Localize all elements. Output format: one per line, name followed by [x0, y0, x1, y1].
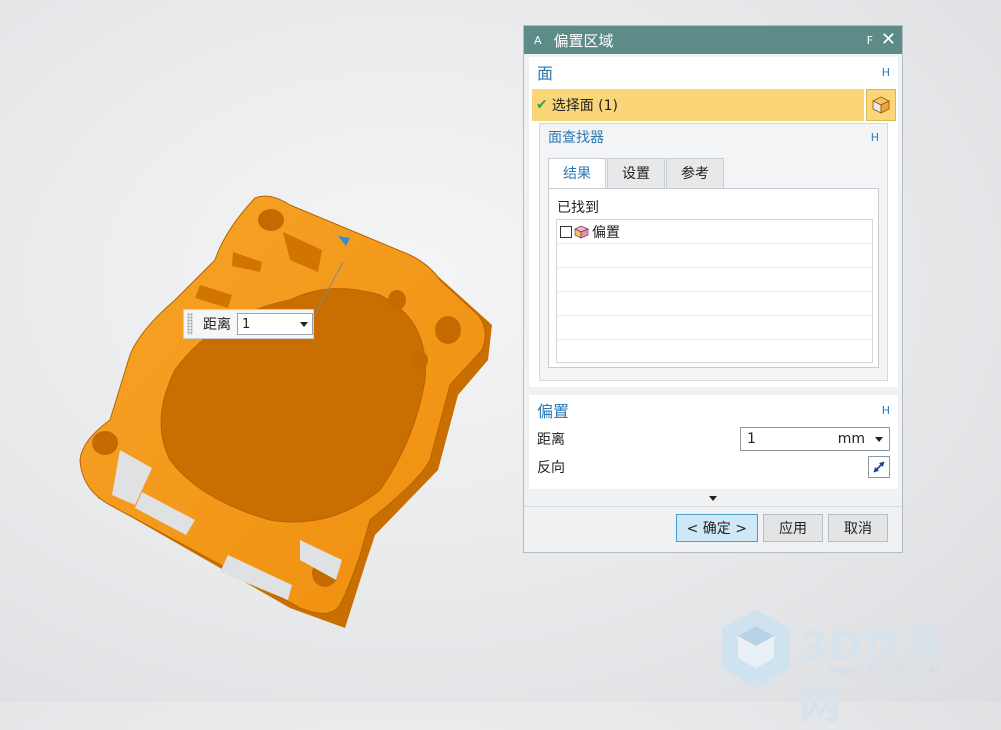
distance-label: 距离 — [537, 432, 565, 448]
face-selector-button[interactable] — [866, 89, 896, 121]
mount-hole — [435, 316, 461, 344]
found-faces-list[interactable]: 偏置 — [556, 219, 873, 363]
floating-distance-combo[interactable]: 1 — [237, 313, 313, 335]
offset-region-dialog: A 偏置区域 F ✕ 面 H ✔ 选择面 (1) 面查找器 H 结果 设置 参考… — [523, 25, 903, 553]
dialog-title-bar[interactable]: A 偏置区域 F ✕ — [524, 26, 902, 54]
offset-section-collapse-hint[interactable]: H — [882, 404, 890, 417]
mount-hole — [412, 351, 428, 369]
mount-hole — [92, 431, 118, 455]
item-checkbox[interactable] — [560, 225, 572, 238]
offset-section: 偏置 H 距离 1 mm 反向 — [529, 395, 898, 489]
reverse-row: 反向 — [529, 453, 898, 481]
distance-row: 距离 1 mm — [529, 425, 898, 453]
face-section: 面 H ✔ 选择面 (1) 面查找器 H 结果 设置 参考 已找到 偏置 — [529, 57, 898, 387]
checkmark-icon: ✔ — [536, 97, 548, 113]
reverse-direction-button[interactable] — [868, 456, 890, 478]
face-finder-panel: 面查找器 H 结果 设置 参考 已找到 偏置 — [539, 123, 888, 381]
dialog-title: 偏置区域 — [553, 31, 614, 50]
select-face-row[interactable]: ✔ 选择面 (1) — [532, 89, 896, 121]
more-options-expander[interactable] — [524, 490, 902, 506]
tab-reference[interactable]: 参考 — [666, 158, 724, 188]
mount-hole — [258, 209, 284, 231]
face-finder-tabs: 结果 设置 参考 — [548, 158, 725, 189]
distance-unit: mm — [837, 431, 865, 447]
select-face-label: 选择面 (1) — [551, 98, 619, 114]
face-section-collapse-hint[interactable]: H — [882, 66, 890, 79]
select-face-bar[interactable]: ✔ 选择面 (1) — [532, 89, 864, 121]
list-item-label: 偏置 — [592, 224, 620, 241]
face-section-header[interactable]: 面 H — [529, 57, 898, 87]
face-finder-title: 面查找器 — [548, 130, 604, 146]
mount-hole — [388, 290, 406, 310]
cancel-button[interactable]: 取消 — [828, 514, 888, 542]
list-item — [557, 244, 872, 268]
tab-results[interactable]: 结果 — [548, 158, 606, 189]
dialog-footer: < 确定 > 应用 取消 — [524, 506, 902, 549]
offset-section-header[interactable]: 偏置 H — [529, 395, 898, 425]
offset-section-title: 偏置 — [537, 402, 570, 421]
distance-input[interactable]: 1 mm — [740, 427, 890, 451]
list-item[interactable]: 偏置 — [557, 220, 872, 244]
reverse-direction-icon — [873, 461, 885, 473]
tab-settings[interactable]: 设置 — [607, 158, 665, 188]
results-tab-pane: 已找到 偏置 — [548, 188, 879, 368]
face-finder-collapse-hint[interactable]: H — [871, 131, 879, 144]
apply-button[interactable]: 应用 — [763, 514, 823, 542]
expand-arrow-icon[interactable] — [709, 495, 717, 501]
floating-distance-input[interactable]: 距离 1 — [183, 309, 314, 339]
dropdown-arrow-icon[interactable] — [875, 436, 883, 442]
title-hint-right: F — [866, 33, 873, 47]
distance-value[interactable]: 1 — [747, 431, 838, 447]
floating-distance-label: 距离 — [203, 317, 231, 333]
title-hint-left: A — [534, 33, 542, 47]
offset-face-icon — [574, 225, 589, 239]
watermark: 3D世界网 WWW.3DSJW.COM — [716, 606, 986, 728]
list-item — [557, 292, 872, 316]
face-section-title: 面 — [537, 64, 554, 83]
face-finder-header[interactable]: 面查找器 H — [540, 124, 887, 150]
list-item — [557, 268, 872, 292]
list-item — [557, 340, 872, 364]
floating-distance-value[interactable]: 1 — [242, 317, 250, 332]
close-icon[interactable]: ✕ — [881, 31, 896, 49]
reverse-label: 反向 — [537, 460, 565, 476]
cube-icon — [872, 96, 890, 114]
found-label: 已找到 — [557, 200, 599, 216]
dropdown-arrow-icon[interactable] — [300, 321, 308, 327]
watermark-url: WWW.3DSJW.COM — [828, 664, 941, 677]
list-item — [557, 316, 872, 340]
drag-handle[interactable] — [187, 313, 193, 335]
watermark-logo-icon — [722, 610, 790, 688]
ok-button[interactable]: < 确定 > — [675, 514, 758, 542]
